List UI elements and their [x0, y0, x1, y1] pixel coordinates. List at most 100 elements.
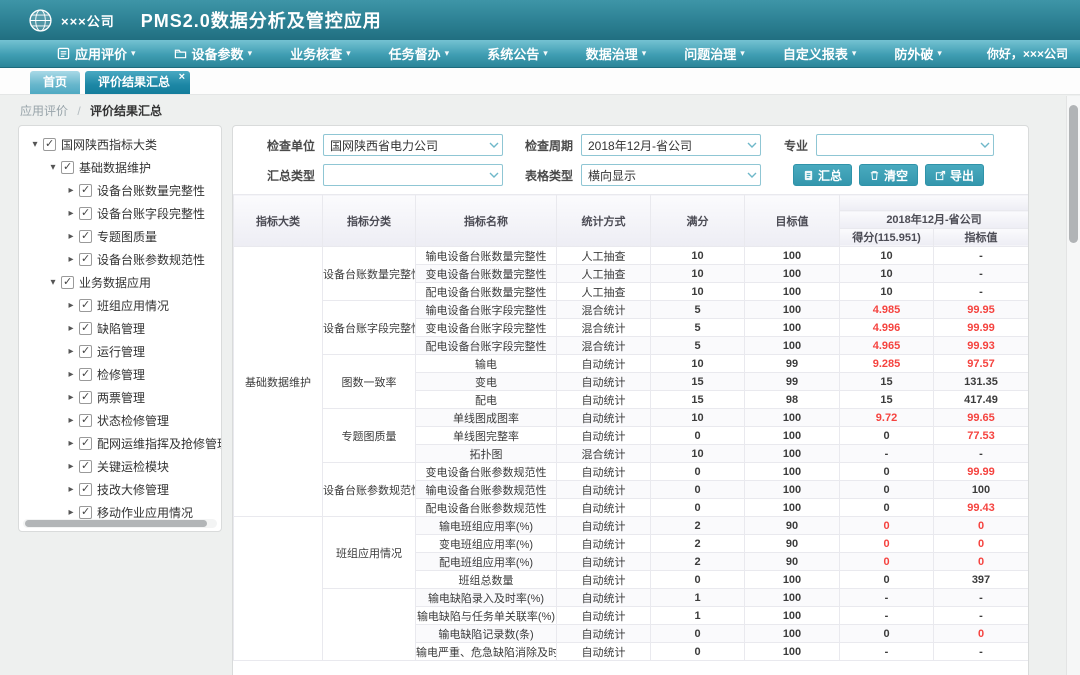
expand-arrow-icon[interactable]: ▸	[65, 300, 77, 311]
nav-item-数据治理[interactable]: 数据治理▾	[567, 44, 666, 63]
vertical-scrollbar[interactable]	[1066, 96, 1080, 675]
tree-item[interactable]: ▸配网运维指挥及抢修管理	[19, 432, 221, 455]
collapse-arrow-icon[interactable]: ▾	[29, 139, 41, 150]
checkbox-checked-icon[interactable]	[79, 506, 92, 519]
breadcrumb-parent[interactable]: 应用评价	[20, 104, 68, 118]
logo: ×××公司	[28, 8, 115, 33]
collapse-arrow-icon[interactable]: ▾	[47, 277, 59, 288]
checkbox-checked-icon[interactable]	[79, 230, 92, 243]
nav-item-设备参数[interactable]: 设备参数▾	[155, 44, 272, 63]
value-cell: -	[934, 247, 1029, 265]
checkbox-checked-icon[interactable]	[79, 184, 92, 197]
nav-item-业务核查[interactable]: 业务核查▾	[271, 44, 370, 63]
tree-scrollbar-thumb[interactable]	[25, 520, 207, 527]
checkbox-checked-icon[interactable]	[79, 368, 92, 381]
nav-item-任务督办[interactable]: 任务督办▾	[370, 44, 469, 63]
target-cell: 100	[745, 301, 840, 319]
chevron-down-icon: ▾	[543, 48, 548, 59]
checkbox-checked-icon[interactable]	[43, 138, 56, 151]
expand-arrow-icon[interactable]: ▸	[65, 507, 77, 518]
breadcrumb-separator: /	[77, 104, 80, 118]
checkbox-checked-icon[interactable]	[79, 460, 92, 473]
checkbox-checked-icon[interactable]	[61, 276, 74, 289]
tree-item[interactable]: ▾国网陕西指标大类	[19, 133, 221, 156]
expand-arrow-icon[interactable]: ▸	[65, 369, 77, 380]
tree-item-label: 运行管理	[97, 343, 145, 360]
indicator-cell: 输电缺陷录入及时率(%)	[416, 589, 557, 607]
expand-arrow-icon[interactable]: ▸	[65, 231, 77, 242]
tree-item[interactable]: ▸缺陷管理	[19, 317, 221, 340]
filter-label-check-unit: 检查单位	[233, 137, 323, 154]
tab-results-summary[interactable]: 评价结果汇总 ×	[85, 71, 190, 94]
collapse-arrow-icon[interactable]: ▾	[47, 162, 59, 173]
checkbox-checked-icon[interactable]	[79, 299, 92, 312]
tree-item[interactable]: ▸状态检修管理	[19, 409, 221, 432]
indicator-cell: 变电设备台账数量完整性	[416, 265, 557, 283]
method-cell: 自动统计	[557, 373, 651, 391]
tree-item[interactable]: ▸设备台账参数规范性	[19, 248, 221, 271]
action-buttons: 汇总 清空 导出	[793, 164, 991, 186]
expand-arrow-icon[interactable]: ▸	[65, 208, 77, 219]
indicator-cell: 拓扑图	[416, 445, 557, 463]
filter-label-specialty: 专业	[761, 137, 816, 154]
summary-type-select[interactable]	[323, 164, 503, 186]
tree-item[interactable]: ▸专题图质量	[19, 225, 221, 248]
expand-arrow-icon[interactable]: ▸	[65, 254, 77, 265]
tree-item[interactable]: ▸ 设备台账数量完整性	[19, 179, 221, 202]
expand-arrow-icon[interactable]: ▸	[65, 323, 77, 334]
checkbox-checked-icon[interactable]	[79, 345, 92, 358]
tree-item[interactable]: ▸检修管理	[19, 363, 221, 386]
summarize-button[interactable]: 汇总	[793, 164, 852, 186]
tree-item[interactable]: ▸ 运行管理	[19, 340, 221, 363]
nav-item-自定义报表[interactable]: 自定义报表▾	[764, 44, 876, 63]
group-cell: 图数一致率	[323, 355, 416, 409]
tree-item[interactable]: ▸技改大修管理	[19, 478, 221, 501]
tab-home[interactable]: 首页	[30, 71, 80, 94]
indicator-cell: 配电设备台账字段完整性	[416, 337, 557, 355]
check-period-select[interactable]: 2018年12月-省公司	[581, 134, 761, 156]
full-score-cell: 5	[651, 337, 745, 355]
tree-item-label: 基础数据维护	[79, 159, 151, 176]
checkbox-checked-icon[interactable]	[79, 414, 92, 427]
tree-horizontal-scrollbar[interactable]	[23, 519, 217, 528]
checkbox-checked-icon[interactable]	[79, 322, 92, 335]
specialty-select[interactable]	[816, 134, 994, 156]
expand-arrow-icon[interactable]: ▸	[65, 392, 77, 403]
close-icon[interactable]: ×	[179, 70, 185, 84]
table-type-select[interactable]: 横向显示	[581, 164, 761, 186]
tree-item[interactable]: ▾ 基础数据维护	[19, 156, 221, 179]
full-score-cell: 0	[651, 625, 745, 643]
expand-arrow-icon[interactable]: ▸	[65, 346, 77, 357]
checkbox-checked-icon[interactable]	[79, 483, 92, 496]
clear-button[interactable]: 清空	[859, 164, 918, 186]
tree-item[interactable]: ▸设备台账字段完整性	[19, 202, 221, 225]
method-cell: 自动统计	[557, 589, 651, 607]
nav-item-防外破[interactable]: 防外破▾	[875, 44, 961, 63]
tree-item-label: 班组应用情况	[97, 297, 169, 314]
vertical-scrollbar-thumb[interactable]	[1069, 105, 1078, 243]
nav-item-应用评价[interactable]: 应用评价▾	[38, 44, 155, 63]
nav-item-label: 数据治理	[586, 44, 638, 63]
tree-item[interactable]: ▾业务数据应用	[19, 271, 221, 294]
expand-arrow-icon[interactable]: ▸	[65, 415, 77, 426]
check-unit-select[interactable]: 国网陕西省电力公司	[323, 134, 503, 156]
checkbox-checked-icon[interactable]	[79, 437, 92, 450]
tree-item-label: 设备台账数量完整性	[97, 182, 205, 199]
nav-item-系统公告[interactable]: 系统公告 ▾	[468, 44, 567, 63]
expand-arrow-icon[interactable]: ▸	[65, 185, 77, 196]
indicator-cell: 输电设备台账字段完整性	[416, 301, 557, 319]
checkbox-checked-icon[interactable]	[61, 161, 74, 174]
checkbox-checked-icon[interactable]	[79, 391, 92, 404]
tree-item[interactable]: ▸两票管理	[19, 386, 221, 409]
checkbox-checked-icon[interactable]	[79, 253, 92, 266]
nav-item-问题治理[interactable]: 问题治理▾	[665, 44, 764, 63]
value-cell: 99.43	[934, 499, 1029, 517]
expand-arrow-icon[interactable]: ▸	[65, 461, 77, 472]
checkbox-checked-icon[interactable]	[79, 207, 92, 220]
expand-arrow-icon[interactable]: ▸	[65, 438, 77, 449]
nav-item-label: 系统公告	[487, 44, 539, 63]
tree-item[interactable]: ▸ 班组应用情况	[19, 294, 221, 317]
tree-item[interactable]: ▸关键运检模块	[19, 455, 221, 478]
expand-arrow-icon[interactable]: ▸	[65, 484, 77, 495]
export-button[interactable]: 导出	[925, 164, 984, 186]
